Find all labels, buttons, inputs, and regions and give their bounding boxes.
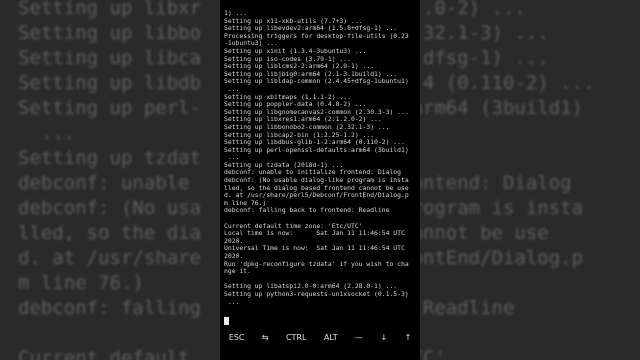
- terminal-line: debconf: unable to initialize frontend: …: [224, 169, 401, 177]
- terminal-line: ...: [224, 85, 240, 93]
- background-line: rontend: Dialog: [400, 172, 572, 194]
- background-line: m line 76.): [18, 272, 144, 294]
- terminal-line: Setting up perl-openssl-defaults:arm64 (…: [224, 146, 409, 154]
- terminal-line: d. at /usr/share/perl5/Debconf/FrontEnd/…: [224, 192, 409, 200]
- terminal-line: nge it.: [224, 268, 251, 276]
- extra-keys-bar: ESC ⇆ CTRL ALT — ↓ ↑: [220, 326, 420, 348]
- terminal-line: Setting up libevdev2:arm64 (1.5.8+dfsg-1…: [224, 25, 398, 33]
- background-line: lled, so the dia: [18, 222, 202, 244]
- background-line: Setting up libbo: [18, 22, 202, 44]
- terminal-line: Setting up libldap-common (2.4.45+dfsg-1…: [224, 78, 409, 86]
- arrow-up-key[interactable]: ↑: [402, 331, 415, 344]
- background-line: Setting up libxr: [18, 0, 202, 19]
- terminal-line: 1) ...: [224, 10, 248, 17]
- background-line: [400, 271, 594, 296]
- terminal-line: Setting up libdbus-glib-1-2:arm64 (0.110…: [224, 139, 405, 147]
- phone-screen: 1) ... Setting up x11-xkb-utils (7.7+3) .…: [220, 0, 420, 360]
- background-line: : Readline: [400, 297, 515, 319]
- ctrl-key[interactable]: CTRL: [283, 331, 310, 344]
- background-line: .0-2) ...: [400, 0, 526, 19]
- background-line: UTC': [400, 347, 446, 360]
- background-text-right: .0-2) ... 32.1-3) ... dfsg-1) ... 4 (0.1…: [400, 0, 594, 360]
- terminal-line: Run 'dpkg-reconfigure tzdata' if you wis…: [224, 260, 409, 268]
- background-line: rontEnd/Dialog.p: [400, 247, 584, 269]
- background-line: Setting up libca: [18, 47, 202, 69]
- background-line: debconf: unable: [18, 172, 190, 194]
- background-line: Setting up perl-: [18, 97, 202, 119]
- terminal-line: lled, so the dialog based frontend canno…: [224, 184, 409, 192]
- terminal-line: Local time is now: Sat Jan 11 11:46:54 U…: [224, 230, 405, 238]
- background-text-left: Setting up libxr Setting up libbo Setting …: [18, 0, 201, 360]
- terminal-line: Setting up libbonobo2-common (2.32.1-3) …: [224, 123, 390, 131]
- arrow-down-key[interactable]: ↓: [377, 331, 390, 344]
- terminal-line: Setting up libatspi2.0-0:arm64 (2.28.0-1…: [224, 283, 398, 291]
- terminal-output[interactable]: 1) ... Setting up x11-xkb-utils (7.7+3) .…: [224, 10, 418, 326]
- terminal-line: ...: [224, 154, 240, 162]
- background-line: [400, 146, 594, 171]
- background-line: [400, 321, 594, 346]
- background-line: 32.1-3) ...: [400, 22, 549, 44]
- background-line: ...: [18, 122, 76, 144]
- background-line: program is insta: [400, 197, 584, 219]
- background-line: d. at /usr/share: [18, 247, 202, 269]
- background-line: [400, 121, 594, 146]
- alt-key[interactable]: ALT: [321, 331, 341, 344]
- terminal-line: Setting up libcap2-bin (1:2.25-1.2) ...: [224, 131, 375, 139]
- terminal-line: debconf: (No usable dialog-like program …: [224, 177, 409, 185]
- tab-key[interactable]: ⇆: [259, 331, 272, 344]
- background-line: Setting up libdb: [18, 72, 202, 94]
- terminal-line: Setting up x11-xkb-utils (7.7+3) ...: [224, 17, 363, 25]
- background-line: 4 (0.110-2) ...: [400, 72, 595, 94]
- terminal-line: Current default time zone: 'Etc/UTC': [224, 222, 363, 230]
- background-line: cannot be use: [400, 222, 549, 244]
- terminal-line: Setting up xinit (1.3.4-3ubuntu3) ...: [224, 47, 367, 55]
- background-line: [18, 321, 201, 346]
- terminal-line: Setting up libxres1:arm64 (2:1.2.0-2) ..…: [224, 116, 382, 124]
- terminal-line: Setting up poppler-data (0.4.8-2) ...: [224, 101, 367, 109]
- terminal-line: m line 76.): [224, 199, 267, 207]
- terminal-line: Setting up xbitmaps (1.1.1-2) ...: [224, 93, 351, 101]
- background-line: debconf: (No usa: [18, 197, 202, 219]
- terminal-line: 2020.: [224, 253, 244, 260]
- terminal-line: Setting up liblcms2-2:arm64 (2.9-1) ...: [224, 63, 375, 71]
- terminal-line: debconf: falling back to frontend: Readl…: [224, 207, 390, 215]
- background-line: Current default: [18, 347, 190, 360]
- terminal-line: 2020.: [224, 237, 244, 245]
- terminal-line: Setting up libjbig0:arm64 (2.1-3.1build1…: [224, 70, 398, 78]
- background-line: :arm64 (3build1): [400, 97, 584, 119]
- terminal-line: Universal Time is now: Sat Jan 11 11:46:…: [224, 245, 405, 253]
- terminal-line: -1ubuntu3) ...: [224, 40, 278, 48]
- terminal-line: Setting up libgnomecanvas2-common (2.30.…: [224, 108, 409, 116]
- background-line: debconf: falling: [18, 297, 202, 319]
- background-line: Setting up tzdat: [18, 147, 202, 169]
- terminal-line: ...: [224, 298, 240, 306]
- dash-key[interactable]: —: [352, 331, 366, 344]
- terminal-line: Setting up python3-requests-unixsocket (…: [224, 290, 409, 298]
- background-line: dfsg-1) ...: [400, 47, 549, 69]
- terminal-cursor: [224, 317, 229, 325]
- terminal-line: Processing triggers for desktop-file-uti…: [224, 32, 409, 40]
- terminal-line: Setting up tzdata (2018d-1) ...: [224, 161, 344, 169]
- esc-key[interactable]: ESC: [226, 331, 248, 344]
- terminal-line: Setting up iso-codes (3.79-1) ...: [224, 55, 351, 63]
